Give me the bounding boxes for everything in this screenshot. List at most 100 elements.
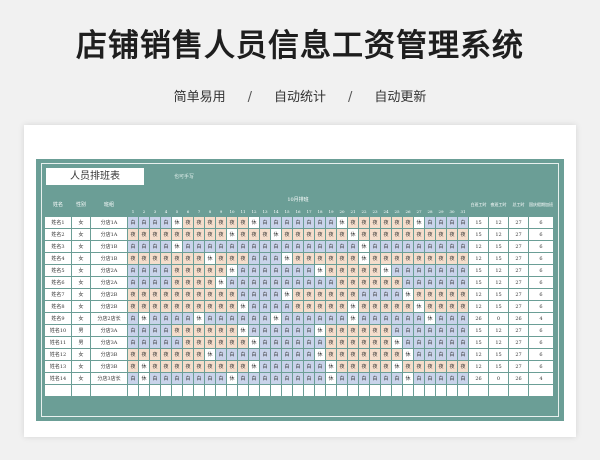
empty-cell[interactable]	[528, 384, 554, 397]
schedule-cell[interactable]: 夜	[380, 276, 392, 289]
schedule-cell[interactable]: 夜	[446, 228, 458, 241]
schedule-cell[interactable]: 白	[292, 348, 304, 361]
schedule-cell[interactable]: 白	[215, 348, 227, 361]
schedule-cell[interactable]: 夜	[347, 216, 359, 229]
schedule-cell[interactable]: 白	[237, 276, 249, 289]
schedule-cell[interactable]: 白	[413, 240, 425, 253]
schedule-cell[interactable]: 休	[391, 360, 403, 373]
schedule-cell[interactable]: 夜	[215, 228, 227, 241]
schedule-cell[interactable]: 白	[435, 276, 447, 289]
schedule-cell[interactable]: 白	[314, 216, 326, 229]
empty-cell[interactable]	[336, 384, 348, 397]
schedule-cell[interactable]: 白	[127, 240, 139, 253]
schedule-cell[interactable]: 夜	[237, 228, 249, 241]
schedule-cell[interactable]: 白	[325, 240, 337, 253]
schedule-cell[interactable]: 夜	[138, 300, 150, 313]
total-hours-cell[interactable]: 27	[508, 300, 529, 313]
empty-cell[interactable]	[281, 384, 293, 397]
day-hours-cell[interactable]: 15	[468, 264, 489, 277]
schedule-cell[interactable]: 夜	[358, 264, 370, 277]
empty-cell[interactable]	[380, 384, 392, 397]
schedule-cell[interactable]: 白	[226, 276, 238, 289]
empty-cell[interactable]	[226, 384, 238, 397]
schedule-cell[interactable]: 夜	[358, 360, 370, 373]
schedule-cell[interactable]: 白	[149, 336, 161, 349]
schedule-cell[interactable]: 白	[281, 276, 293, 289]
empty-cell[interactable]	[292, 384, 304, 397]
schedule-cell[interactable]: 白	[182, 240, 194, 253]
schedule-cell[interactable]: 白	[259, 240, 271, 253]
schedule-cell[interactable]: 白	[303, 348, 315, 361]
day-hours-cell[interactable]: 12	[468, 360, 489, 373]
schedule-cell[interactable]: 休	[226, 264, 238, 277]
night-hours-cell[interactable]: 12	[488, 276, 509, 289]
schedule-cell[interactable]: 夜	[149, 228, 161, 241]
schedule-cell[interactable]: 白	[457, 348, 469, 361]
schedule-cell[interactable]: 夜	[215, 336, 227, 349]
schedule-cell[interactable]: 夜	[446, 252, 458, 265]
schedule-cell[interactable]: 白	[457, 324, 469, 337]
schedule-cell[interactable]: 夜	[193, 252, 205, 265]
schedule-cell[interactable]: 白	[413, 276, 425, 289]
schedule-cell[interactable]: 白	[171, 312, 183, 325]
schedule-cell[interactable]: 白	[457, 312, 469, 325]
total-hours-cell[interactable]: 27	[508, 240, 529, 253]
schedule-cell[interactable]: 白	[303, 372, 315, 385]
schedule-cell[interactable]: 白	[435, 348, 447, 361]
schedule-cell[interactable]: 夜	[237, 252, 249, 265]
schedule-cell[interactable]: 白	[336, 240, 348, 253]
schedule-cell[interactable]: 白	[248, 276, 260, 289]
gender-cell[interactable]: 女	[71, 348, 91, 361]
day-hours-cell[interactable]: 12	[468, 240, 489, 253]
schedule-cell[interactable]: 白	[270, 360, 282, 373]
schedule-cell[interactable]: 白	[259, 264, 271, 277]
schedule-cell[interactable]: 白	[402, 240, 414, 253]
schedule-cell[interactable]: 夜	[171, 324, 183, 337]
schedule-cell[interactable]: 白	[457, 276, 469, 289]
schedule-cell[interactable]: 休	[171, 216, 183, 229]
schedule-cell[interactable]: 白	[259, 276, 271, 289]
schedule-cell[interactable]: 白	[413, 348, 425, 361]
schedule-cell[interactable]: 白	[314, 312, 326, 325]
schedule-cell[interactable]: 休	[138, 360, 150, 373]
empty-cell[interactable]	[488, 384, 509, 397]
schedule-cell[interactable]: 夜	[193, 228, 205, 241]
schedule-cell[interactable]: 休	[402, 348, 414, 361]
schedule-cell[interactable]: 白	[435, 324, 447, 337]
schedule-cell[interactable]: 白	[402, 324, 414, 337]
schedule-cell[interactable]: 夜	[369, 264, 381, 277]
day-hours-cell[interactable]: 15	[468, 276, 489, 289]
schedule-cell[interactable]: 白	[424, 216, 436, 229]
schedule-cell[interactable]: 白	[435, 336, 447, 349]
schedule-cell[interactable]: 夜	[182, 264, 194, 277]
schedule-cell[interactable]: 夜	[424, 288, 436, 301]
night-hours-cell[interactable]: 15	[488, 252, 509, 265]
schedule-cell[interactable]: 白	[149, 216, 161, 229]
schedule-cell[interactable]: 白	[281, 264, 293, 277]
schedule-cell[interactable]: 白	[226, 312, 238, 325]
schedule-cell[interactable]: 夜	[149, 252, 161, 265]
schedule-cell[interactable]: 白	[248, 348, 260, 361]
schedule-cell[interactable]: 白	[292, 360, 304, 373]
night-hours-cell[interactable]: 15	[488, 288, 509, 301]
schedule-cell[interactable]: 夜	[325, 252, 337, 265]
schedule-cell[interactable]: 白	[402, 276, 414, 289]
name-cell[interactable]: 姓名2	[44, 228, 72, 241]
schedule-cell[interactable]: 白	[237, 288, 249, 301]
schedule-cell[interactable]: 白	[259, 324, 271, 337]
total-hours-cell[interactable]: 27	[508, 264, 529, 277]
schedule-cell[interactable]: 白	[325, 216, 337, 229]
schedule-cell[interactable]: 白	[391, 240, 403, 253]
schedule-cell[interactable]: 夜	[127, 300, 139, 313]
schedule-cell[interactable]: 夜	[215, 300, 227, 313]
schedule-cell[interactable]: 夜	[182, 288, 194, 301]
schedule-cell[interactable]: 夜	[149, 360, 161, 373]
schedule-cell[interactable]: 夜	[435, 288, 447, 301]
schedule-cell[interactable]: 夜	[149, 300, 161, 313]
schedule-cell[interactable]: 夜	[325, 288, 337, 301]
schedule-cell[interactable]: 夜	[237, 336, 249, 349]
schedule-cell[interactable]: 白	[457, 372, 469, 385]
name-cell[interactable]: 姓名4	[44, 252, 72, 265]
total-hours-cell[interactable]: 27	[508, 336, 529, 349]
empty-cell[interactable]	[259, 384, 271, 397]
